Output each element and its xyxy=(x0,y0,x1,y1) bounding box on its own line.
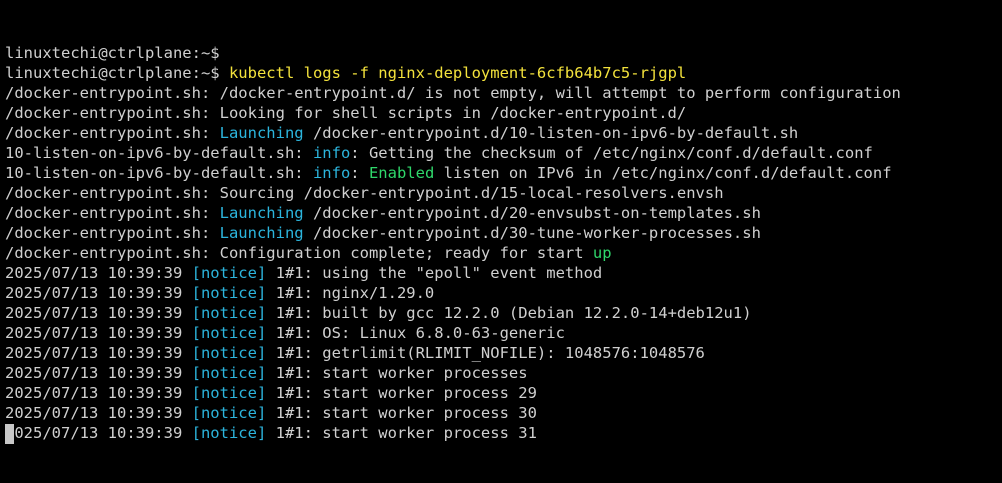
prompt-line: linuxtechi@ctrlplane:~$ xyxy=(5,43,1002,63)
log-line: /docker-entrypoint.sh: /docker-entrypoin… xyxy=(5,83,1002,103)
text-cursor xyxy=(5,424,14,444)
highlighted-token: Enabled xyxy=(368,164,435,182)
log-line: /docker-entrypoint.sh: Launching /docker… xyxy=(5,203,1002,223)
log-text: /docker-entrypoint.sh: /docker-entrypoin… xyxy=(5,84,901,102)
log-text: 1#1: start worker process 30 xyxy=(266,404,537,422)
highlighted-token: [notice] xyxy=(191,284,267,302)
log-text: /docker-entrypoint.sh: Sourcing /docker-… xyxy=(5,184,724,202)
log-line: 2025/07/13 10:39:39 [notice] 1#1: OS: Li… xyxy=(5,323,1002,343)
log-text: /docker-entrypoint.sh: Looking for shell… xyxy=(5,104,687,122)
log-line: /docker-entrypoint.sh: Launching /docker… xyxy=(5,223,1002,243)
highlighted-token: [notice] xyxy=(191,384,267,402)
log-line: 10-listen-on-ipv6-by-default.sh: info: E… xyxy=(5,163,1002,183)
highlighted-token: info xyxy=(312,144,351,162)
log-line: 2025/07/13 10:39:39 [notice] 1#1: built … xyxy=(5,303,1002,323)
log-text: /docker-entrypoint.sh: xyxy=(5,124,220,142)
log-line: 2025/07/13 10:39:39 [notice] 1#1: using … xyxy=(5,263,1002,283)
log-text: /docker-entrypoint.sh: xyxy=(5,204,220,222)
log-line: /docker-entrypoint.sh: Sourcing /docker-… xyxy=(5,183,1002,203)
log-text: 10-listen-on-ipv6-by-default.sh: xyxy=(5,164,313,182)
log-text: 2025/07/13 10:39:39 xyxy=(5,284,192,302)
terminal-output: linuxtechi@ctrlplane:~$ linuxtechi@ctrlpl… xyxy=(5,43,1002,443)
log-line: /docker-entrypoint.sh: Launching /docker… xyxy=(5,123,1002,143)
log-text: listen on IPv6 in /etc/nginx/conf.d/defa… xyxy=(434,164,892,182)
log-line: 2025/07/13 10:39:39 [notice] 1#1: nginx/… xyxy=(5,283,1002,303)
log-text: 2025/07/13 10:39:39 xyxy=(5,384,192,402)
highlighted-token: [notice] xyxy=(191,424,267,442)
log-text: 1#1: OS: Linux 6.8.0-63-generic xyxy=(266,324,565,342)
log-line: 2025/07/13 10:39:39 [notice] 1#1: start … xyxy=(5,423,1002,443)
highlighted-token: [notice] xyxy=(191,304,267,322)
log-text: 1#1: using the "epoll" event method xyxy=(266,264,603,282)
log-line: 10-listen-on-ipv6-by-default.sh: info: G… xyxy=(5,143,1002,163)
shell-command: kubectl logs -f nginx-deployment-6cfb64b… xyxy=(219,64,687,82)
highlighted-token: Launching xyxy=(219,124,304,142)
highlighted-token: up xyxy=(592,244,612,262)
log-text: /docker-entrypoint.d/20-envsubst-on-temp… xyxy=(303,204,761,222)
highlighted-token: Launching xyxy=(219,224,304,242)
highlighted-token: [notice] xyxy=(191,364,267,382)
log-text: 1#1: start worker process 29 xyxy=(266,384,537,402)
log-text: : xyxy=(350,164,369,182)
log-line: 2025/07/13 10:39:39 [notice] 1#1: start … xyxy=(5,403,1002,423)
prompt-line: linuxtechi@ctrlplane:~$ kubectl logs -f … xyxy=(5,63,1002,83)
highlighted-token: [notice] xyxy=(191,344,267,362)
log-line: /docker-entrypoint.sh: Configuration com… xyxy=(5,243,1002,263)
log-text: 1#1: nginx/1.29.0 xyxy=(266,284,435,302)
log-text: /docker-entrypoint.d/30-tune-worker-proc… xyxy=(303,224,761,242)
log-text: /docker-entrypoint.sh: Configuration com… xyxy=(5,244,593,262)
log-text: 1#1: start worker processes xyxy=(266,364,528,382)
log-text: /docker-entrypoint.d/10-listen-on-ipv6-b… xyxy=(303,124,799,142)
log-text: 1#1: built by gcc 12.2.0 (Debian 12.2.0-… xyxy=(266,304,752,322)
highlighted-token: info xyxy=(312,164,351,182)
log-line: 2025/07/13 10:39:39 [notice] 1#1: start … xyxy=(5,363,1002,383)
log-text: 2025/07/13 10:39:39 xyxy=(5,264,192,282)
log-text: /docker-entrypoint.sh: xyxy=(5,224,220,242)
log-line: 2025/07/13 10:39:39 [notice] 1#1: getrli… xyxy=(5,343,1002,363)
shell-prompt: linuxtechi@ctrlplane:~$ xyxy=(5,64,220,82)
log-text: 1#1: start worker process 31 xyxy=(266,424,537,442)
highlighted-token: [notice] xyxy=(191,404,267,422)
log-text: 2025/07/13 10:39:39 xyxy=(5,304,192,322)
log-text: 2025/07/13 10:39:39 xyxy=(5,424,192,442)
log-text: 2025/07/13 10:39:39 xyxy=(5,324,192,342)
terminal-window[interactable]: linuxtechi@ctrlplane:~$ linuxtechi@ctrlpl… xyxy=(0,0,1002,448)
log-line: /docker-entrypoint.sh: Looking for shell… xyxy=(5,103,1002,123)
log-text: 2025/07/13 10:39:39 xyxy=(5,404,192,422)
shell-prompt: linuxtechi@ctrlplane:~$ xyxy=(5,44,220,62)
log-text: 1#1: getrlimit(RLIMIT_NOFILE): 1048576:1… xyxy=(266,344,705,362)
log-text: 2025/07/13 10:39:39 xyxy=(5,344,192,362)
highlighted-token: Launching xyxy=(219,204,304,222)
log-line: 2025/07/13 10:39:39 [notice] 1#1: start … xyxy=(5,383,1002,403)
log-text: 2025/07/13 10:39:39 xyxy=(5,364,192,382)
log-text: : Getting the checksum of /etc/nginx/con… xyxy=(350,144,873,162)
log-text: 10-listen-on-ipv6-by-default.sh: xyxy=(5,144,313,162)
highlighted-token: [notice] xyxy=(191,324,267,342)
highlighted-token: [notice] xyxy=(191,264,267,282)
